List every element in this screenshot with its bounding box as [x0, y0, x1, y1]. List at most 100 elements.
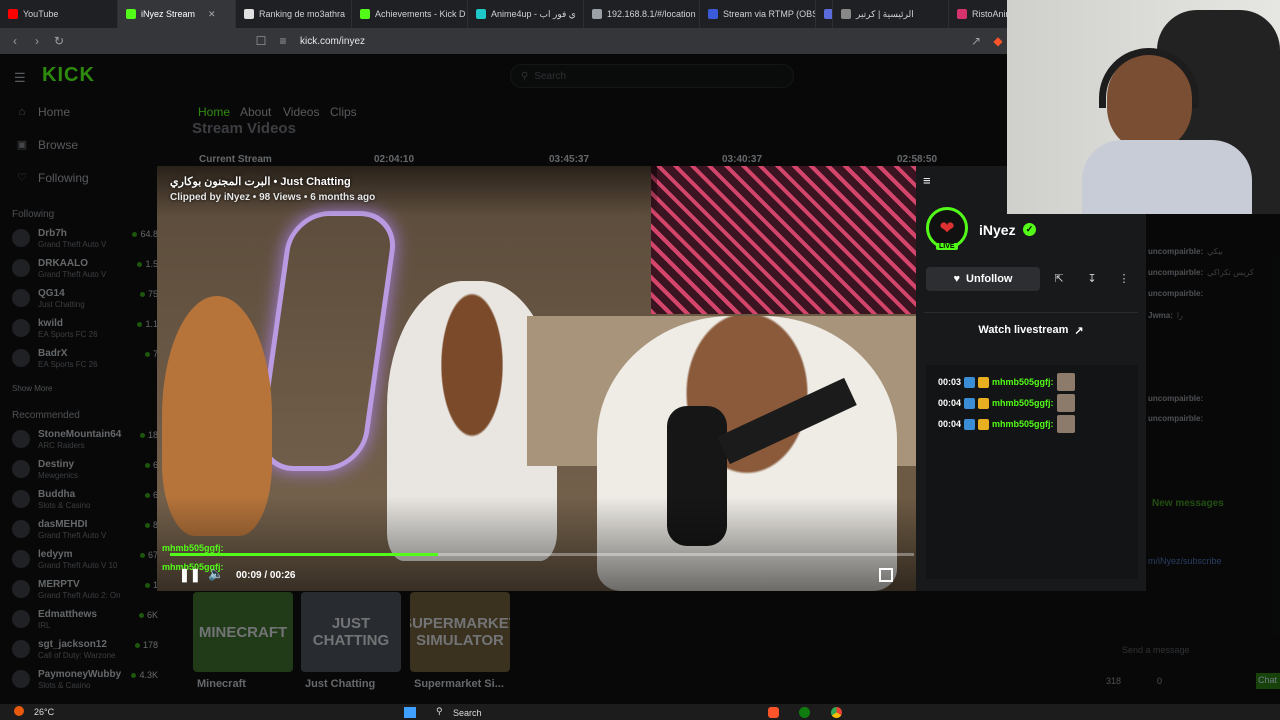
browser-tab[interactable]: Ranking de mo3athra: [236, 0, 352, 28]
chat-username[interactable]: mhmb505ggfj:: [992, 377, 1054, 387]
start-icon[interactable]: [404, 707, 416, 718]
chrome-taskbar-icon[interactable]: [831, 707, 842, 718]
sidebar-channel[interactable]: Buddha Slots & Casino 6: [12, 487, 158, 513]
more-options-icon[interactable]: ⋮: [1115, 270, 1133, 288]
browser-tab[interactable]: iNyez Stream ✕: [118, 0, 236, 28]
volume-icon[interactable]: 🔈: [208, 566, 224, 582]
category-title[interactable]: Just Chatting: [305, 678, 375, 690]
chat-send-button[interactable]: Chat: [1256, 673, 1280, 689]
search-input[interactable]: ⚲ Search: [510, 64, 794, 88]
category-thumbnail[interactable]: SUPERMARKET SIMULATOR: [410, 592, 510, 672]
back-icon[interactable]: ‹: [4, 34, 26, 48]
browser-tab[interactable]: Stream via RTMP (OBS: [700, 0, 816, 28]
sidebar-channel[interactable]: StoneMountain64 ARC Raiders 18: [12, 427, 158, 453]
browser-tab[interactable]: الرئيسية | كرتير: [833, 0, 949, 28]
chat-username[interactable]: mhmb505ggfj:: [992, 419, 1054, 429]
sidebar-channel[interactable]: ledyym Grand Theft Auto V 10 67: [12, 547, 158, 573]
channel-category: IRL: [38, 621, 51, 630]
kick-logo[interactable]: KICK: [42, 64, 95, 87]
avatar: [12, 520, 30, 538]
nav-following[interactable]: ♡ Following: [16, 171, 89, 185]
xbox-taskbar-icon[interactable]: [799, 707, 810, 718]
site-info-icon[interactable]: ≡: [272, 34, 294, 48]
unfollow-button[interactable]: ♥ Unfollow: [926, 267, 1040, 291]
tab-label: 192.168.8.1/#/location: [607, 9, 696, 19]
reload-icon[interactable]: ↻: [48, 34, 70, 48]
chat-username[interactable]: mhmb505ggfj:: [992, 398, 1054, 408]
channel-category: Grand Theft Auto V 10: [38, 561, 118, 570]
chat-input[interactable]: Send a message: [1122, 645, 1190, 655]
pause-icon[interactable]: ❚❚: [179, 567, 201, 583]
share-icon[interactable]: ↗: [965, 34, 987, 48]
avatar: [12, 490, 30, 508]
chat-username: uncompairble:: [1148, 394, 1204, 403]
channel-name: MERPTV: [38, 579, 80, 590]
browser-tab[interactable]: Anime4up - ي فور اب: [468, 0, 584, 28]
category-art-text: JUST CHATTING: [312, 615, 390, 649]
sidebar-channel[interactable]: kwild EA Sports FC 26 1.1: [12, 316, 158, 342]
new-messages-label[interactable]: New messages: [1152, 498, 1224, 509]
nav-browse[interactable]: ▣ Browse: [16, 138, 78, 152]
taskbar-search[interactable]: Search: [453, 708, 482, 718]
channel-tab[interactable]: About: [240, 105, 271, 119]
subscribe-link[interactable]: m/iNyez/subscribe: [1148, 556, 1222, 566]
sidebar-channel[interactable]: BadrX EA Sports FC 26 7: [12, 346, 158, 372]
sidebar-channel[interactable]: dasMEHDI Grand Theft Auto V8: [12, 517, 158, 543]
sidebar-channel[interactable]: Edmatthews IRL 6K: [12, 607, 158, 633]
brave-shield-icon[interactable]: ◆: [987, 34, 1009, 48]
forward-icon[interactable]: ›: [26, 34, 48, 48]
tab-favicon-icon: [476, 9, 486, 19]
chat-message: uncompairble: ﻛﺮﻳﺲ ﺗﻜﺮﺍﻛﻲ: [1148, 268, 1254, 277]
avatar: [12, 460, 30, 478]
collapse-panel-icon[interactable]: ≡: [923, 173, 931, 188]
viewer-count: 4.3K: [131, 670, 158, 680]
following-header: Following: [12, 209, 55, 220]
menu-icon[interactable]: ☰: [14, 70, 28, 86]
download-icon[interactable]: ↧: [1083, 270, 1101, 288]
sidebar-channel[interactable]: sgt_jackson12 Call of Duty: Warzone 178: [12, 637, 158, 663]
category-thumbnail[interactable]: JUST CHATTING: [301, 592, 401, 672]
sidebar-channel[interactable]: PaymoneyWubby Slots & Casino 4.3K: [12, 667, 158, 693]
show-more-link[interactable]: Show More: [12, 384, 52, 393]
category-title[interactable]: Minecraft: [197, 678, 246, 690]
chat-timestamp: 00:03: [938, 377, 962, 387]
tab-label: الرئيسية | كرتير: [856, 8, 914, 19]
browser-tab[interactable]: YouTube: [0, 0, 118, 28]
nav-home[interactable]: ⌂ Home: [16, 105, 70, 119]
channel-name[interactable]: iNyez: [979, 222, 1016, 238]
category-thumbnail[interactable]: MINECRAFT: [193, 592, 293, 672]
sidebar-channel[interactable]: QG14 Just Chatting 75: [12, 286, 158, 312]
streamer-shirt: [1082, 140, 1252, 214]
taskbar-search-icon[interactable]: ⚲: [436, 706, 443, 717]
close-tab-icon[interactable]: ✕: [208, 9, 216, 20]
avatar: [12, 640, 30, 658]
viewer-count: 75: [140, 289, 158, 299]
bookmark-icon[interactable]: ☐: [250, 34, 272, 48]
clip-video[interactable]: [157, 166, 916, 591]
sidebar-channel[interactable]: Destiny Mewgenics 6: [12, 457, 158, 483]
share-icon[interactable]: ⇱: [1050, 270, 1068, 288]
fullscreen-icon[interactable]: [879, 568, 893, 582]
avatar: [12, 319, 30, 337]
watch-livestream-button[interactable]: Watch livestream ↗: [926, 318, 1136, 342]
clip-subtitle: Clipped by iNyez • 98 Views • 6 months a…: [170, 192, 376, 203]
channel-name: BadrX: [38, 348, 68, 359]
channel-tab[interactable]: Videos: [283, 105, 319, 119]
url-field[interactable]: kick.com/inyez: [300, 36, 365, 47]
channel-tab[interactable]: Clips: [330, 105, 357, 119]
browser-tab[interactable]: [816, 0, 833, 28]
browser-tab[interactable]: Achievements - Kick D: [352, 0, 468, 28]
channel-name: dasMEHDI: [38, 519, 88, 530]
channel-name: StoneMountain64: [38, 429, 122, 440]
channel-name: DRKAALO: [38, 258, 88, 269]
search-icon: ⚲: [521, 70, 529, 82]
sidebar-channel[interactable]: MERPTV Grand Theft Auto 2: On 1: [12, 577, 158, 603]
channel-tab[interactable]: Home: [198, 105, 230, 119]
sidebar-channel[interactable]: Drb7h Grand Theft Auto V 64.8: [12, 226, 158, 252]
sidebar-channel[interactable]: DRKAALO Grand Theft Auto V 1.5: [12, 256, 158, 282]
category-title[interactable]: Supermarket Si...: [414, 678, 504, 690]
video-progress-bar[interactable]: [170, 553, 914, 556]
browser-tab[interactable]: 192.168.8.1/#/location: [584, 0, 700, 28]
brave-taskbar-icon[interactable]: [768, 707, 779, 718]
tab-favicon-icon: [8, 9, 18, 19]
